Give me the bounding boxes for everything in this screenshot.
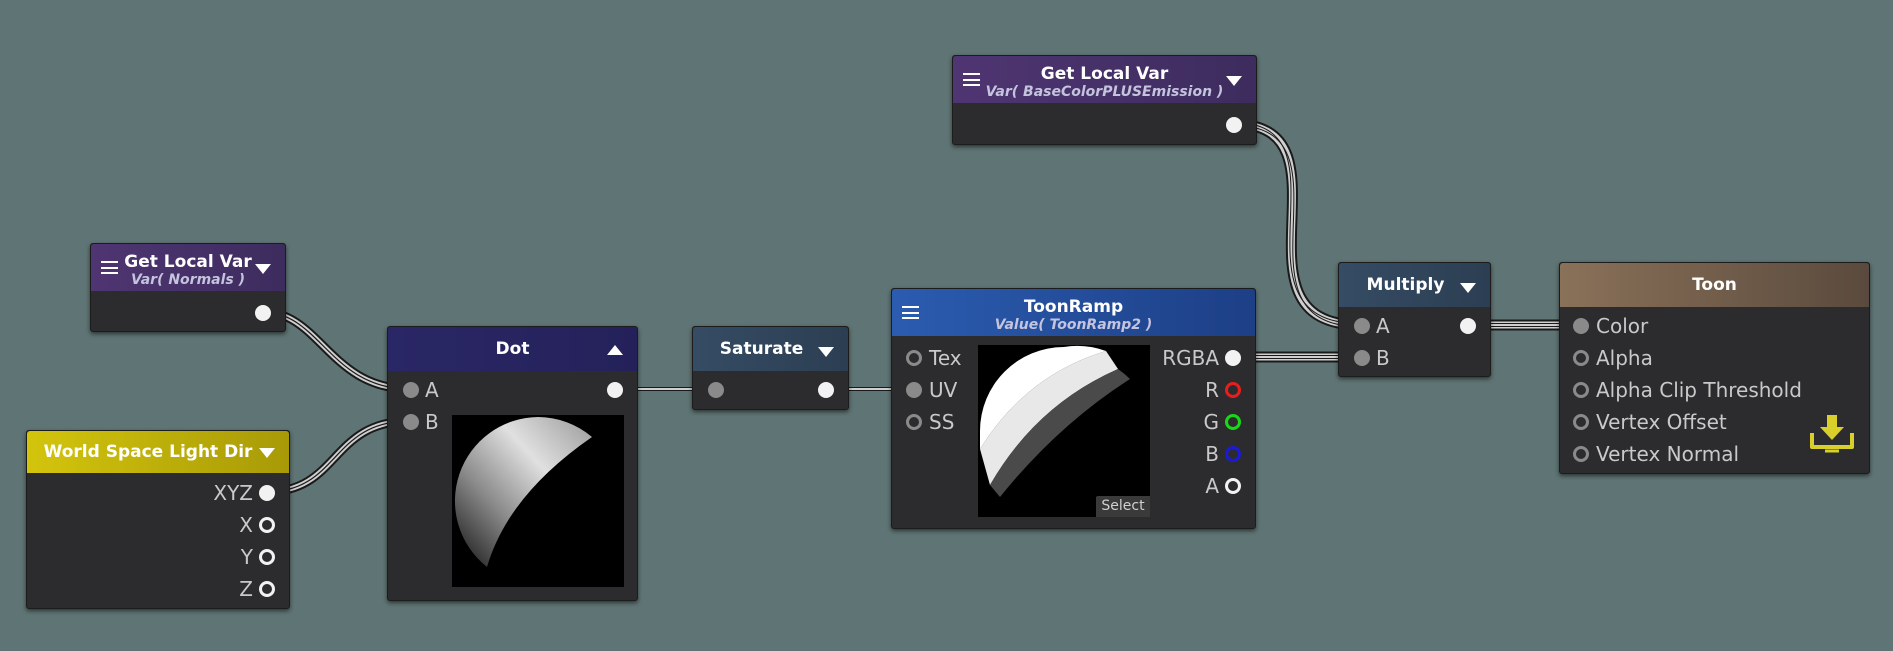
node-subtitle: Var( Normals ): [130, 272, 246, 288]
menu-icon[interactable]: [101, 261, 118, 274]
input-label-alpha: Alpha: [1596, 346, 1653, 370]
output-port-b[interactable]: [1225, 446, 1241, 462]
input-port-ss[interactable]: [906, 414, 922, 430]
output-label-x: X: [239, 513, 253, 537]
output-port[interactable]: [255, 305, 271, 321]
output-port-z[interactable]: [259, 581, 275, 597]
collapse-icon[interactable]: [1460, 283, 1476, 293]
output-label-g: G: [1203, 410, 1220, 434]
input-label-tex: Tex: [929, 346, 962, 370]
output-port-rgba[interactable]: [1225, 350, 1241, 366]
input-port-vertex-normal[interactable]: [1573, 446, 1589, 462]
output-port[interactable]: [1226, 117, 1242, 133]
node-toonramp[interactable]: ToonRamp Value( ToonRamp2 ) Tex UV SS Se…: [891, 288, 1256, 529]
node-header[interactable]: Get Local Var Var( BaseColorPLUSEmission…: [953, 56, 1256, 103]
output-label-y: Y: [240, 545, 253, 569]
output-port-xyz[interactable]: [259, 485, 275, 501]
input-label-b: B: [425, 410, 439, 434]
toonramp-preview-image[interactable]: Select: [978, 345, 1150, 517]
expand-icon[interactable]: [607, 345, 623, 355]
collapse-icon[interactable]: [255, 264, 271, 274]
input-label-color: Color: [1596, 314, 1649, 338]
output-label-a: A: [1205, 474, 1219, 498]
select-texture-button[interactable]: Select: [1096, 496, 1150, 517]
output-port[interactable]: [1460, 318, 1476, 334]
master-output-icon[interactable]: [1808, 413, 1856, 459]
node-header[interactable]: World Space Light Dir: [27, 431, 289, 473]
node-header[interactable]: Get Local Var Var( Normals ): [91, 244, 285, 291]
input-label-vertex-offset: Vertex Offset: [1596, 410, 1727, 434]
node-header[interactable]: Multiply: [1339, 263, 1490, 307]
input-port-a[interactable]: [403, 382, 419, 398]
input-port-vertex-offset[interactable]: [1573, 414, 1589, 430]
output-label-z: Z: [239, 577, 253, 601]
node-get-local-var-normals[interactable]: Get Local Var Var( Normals ): [90, 243, 286, 332]
input-label-b: B: [1376, 346, 1390, 370]
node-title: Saturate: [719, 339, 804, 359]
node-dot[interactable]: Dot A B: [387, 326, 638, 601]
output-label-xyz: XYZ: [213, 481, 253, 505]
output-label-b: B: [1205, 442, 1219, 466]
input-port-b[interactable]: [1354, 350, 1370, 366]
input-label-uv: UV: [929, 378, 958, 402]
output-label-r: R: [1205, 378, 1219, 402]
node-title: Toon: [1692, 275, 1737, 295]
node-saturate[interactable]: Saturate: [692, 326, 849, 410]
node-title: Multiply: [1366, 275, 1445, 295]
input-label-a: A: [425, 378, 439, 402]
input-label-alpha-clip-threshold: Alpha Clip Threshold: [1596, 378, 1802, 402]
input-port-tex[interactable]: [906, 350, 922, 366]
node-header[interactable]: ToonRamp Value( ToonRamp2 ): [892, 289, 1255, 336]
collapse-icon[interactable]: [1226, 76, 1242, 86]
output-port-g[interactable]: [1225, 414, 1241, 430]
node-title: World Space Light Dir: [43, 442, 253, 462]
menu-icon[interactable]: [902, 306, 919, 319]
node-subtitle: Value( ToonRamp2 ): [994, 317, 1153, 333]
node-header[interactable]: Toon: [1560, 263, 1869, 307]
output-port-x[interactable]: [259, 517, 275, 533]
collapse-icon[interactable]: [818, 347, 834, 357]
output-port[interactable]: [607, 382, 623, 398]
input-port-alpha[interactable]: [1573, 350, 1589, 366]
input-port[interactable]: [708, 382, 724, 398]
input-port-uv[interactable]: [906, 382, 922, 398]
output-port-y[interactable]: [259, 549, 275, 565]
node-subtitle: Var( BaseColorPLUSEmission ): [985, 84, 1224, 100]
node-title: ToonRamp: [1023, 297, 1124, 317]
node-header[interactable]: Dot: [388, 327, 637, 371]
dot-preview-image: [452, 415, 624, 587]
node-title: Get Local Var: [1040, 64, 1169, 84]
input-port-a[interactable]: [1354, 318, 1370, 334]
output-label-rgba: RGBA: [1162, 346, 1219, 370]
output-port-a[interactable]: [1225, 478, 1241, 494]
node-header[interactable]: Saturate: [693, 327, 848, 371]
input-port-alpha-clip-threshold[interactable]: [1573, 382, 1589, 398]
input-port-b[interactable]: [403, 414, 419, 430]
output-port-r[interactable]: [1225, 382, 1241, 398]
input-port-color[interactable]: [1573, 318, 1589, 334]
collapse-icon[interactable]: [259, 448, 275, 458]
input-label-a: A: [1376, 314, 1390, 338]
node-get-local-var-basecolor[interactable]: Get Local Var Var( BaseColorPLUSEmission…: [952, 55, 1257, 145]
output-port[interactable]: [818, 382, 834, 398]
node-title: Dot: [495, 339, 530, 359]
input-label-vertex-normal: Vertex Normal: [1596, 442, 1740, 466]
node-multiply[interactable]: Multiply A B: [1338, 262, 1491, 377]
menu-icon[interactable]: [963, 73, 980, 86]
node-world-space-light-dir[interactable]: World Space Light Dir XYZ X Y Z: [26, 430, 290, 609]
node-toon-master[interactable]: Toon Color Alpha Alpha Clip Threshold Ve…: [1559, 262, 1870, 474]
input-label-ss: SS: [929, 410, 955, 434]
